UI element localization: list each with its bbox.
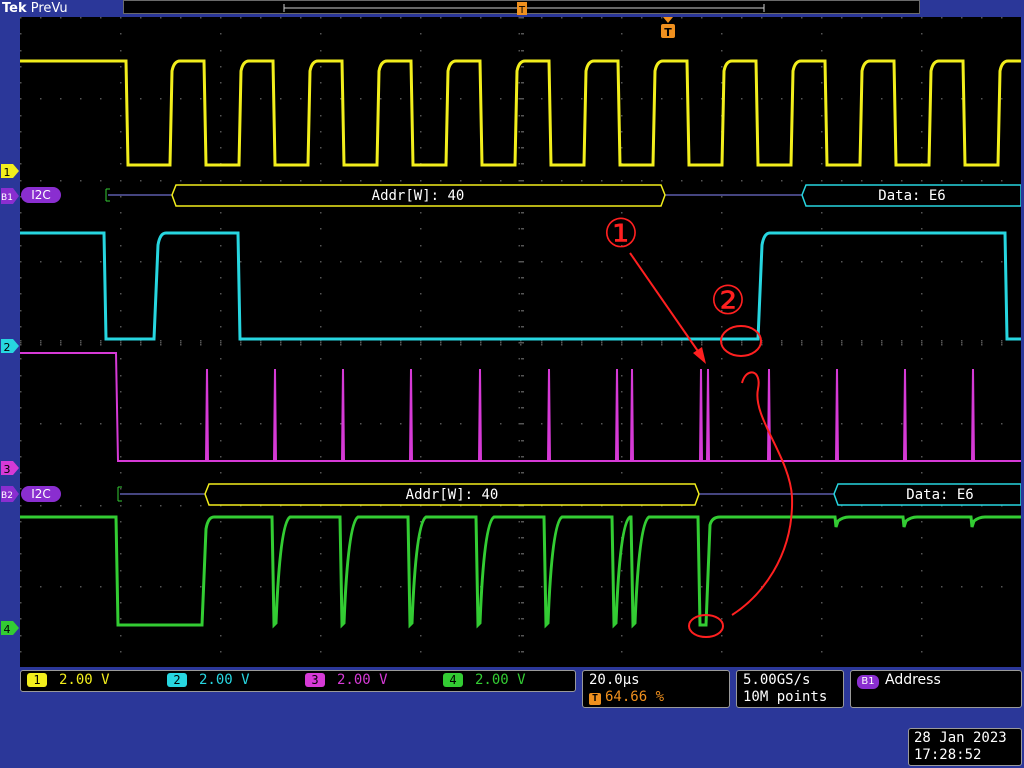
datetime-box: 28 Jan 2023 17:28:52 [908, 728, 1022, 766]
svg-text:B1: B1 [1, 193, 13, 203]
trigger-badge: T [589, 693, 601, 705]
record-length: 10M points [743, 689, 828, 705]
ch2-marker[interactable]: 2 [1, 339, 19, 354]
bus2-decode: Addr[W]: 40 Data: E6 [117, 483, 1022, 506]
channel-markers: 1 B1 2 3 B2 4 [1, 164, 19, 636]
acquisition-box[interactable]: 5.00GS/s 10M points [736, 670, 844, 708]
ch2-scale-num: 2 [167, 673, 187, 687]
timebase-per-div: 20.0µs [589, 672, 640, 688]
ch4-scale-num: 4 [443, 673, 463, 687]
trigger-type: Address [885, 672, 941, 688]
trigger-source-box[interactable]: B1 Address [850, 670, 1022, 708]
ch3-marker[interactable]: 3 [1, 461, 19, 476]
ch3-scale-num: 3 [305, 673, 325, 687]
bus2-addr-text: Addr[W]: 40 [406, 487, 499, 503]
ch2-scale-value: 2.00 V [199, 672, 250, 688]
brand-mode: PreVu [30, 1, 68, 16]
timebase-box[interactable]: 20.0µs T 64.66 % [582, 670, 730, 708]
svg-text:3: 3 [4, 463, 11, 476]
ch1-scale[interactable]: 1 2.00 V [27, 672, 110, 689]
ch1-waveform [20, 59, 1024, 167]
ch3-scale-value: 2.00 V [337, 672, 388, 688]
svg-text:T: T [664, 26, 672, 39]
top-bar: Tek PreVu T [0, 0, 1024, 17]
annotation-1-arrow [629, 252, 703, 358]
ch4-marker[interactable]: 4 [1, 621, 19, 636]
trigger-position-marker[interactable]: T [661, 17, 675, 39]
ch1-scale-value: 2.00 V [59, 672, 110, 688]
bus1-decode: Addr[W]: 40 Data: E6 [105, 184, 1022, 207]
waveform-display[interactable]: Addr[W]: 40 Data: E6 Addr[W]: 40 Data: E… [20, 17, 1024, 669]
ch2-waveform [20, 231, 1021, 341]
ch4-waveform [20, 515, 1021, 629]
annotation-2-label: ② [710, 278, 746, 324]
date-text: 28 Jan 2023 [914, 730, 1007, 746]
svg-text:4: 4 [4, 623, 11, 636]
b1-marker[interactable]: B1 [1, 188, 19, 204]
svg-text:B2: B2 [1, 491, 13, 501]
bus2-data-text: Data: E6 [906, 487, 973, 503]
record-view-bar[interactable]: T [123, 0, 920, 16]
ch4-scale[interactable]: 4 2.00 V [443, 672, 526, 689]
ch3-scale[interactable]: 3 2.00 V [305, 672, 388, 689]
waveform-svg: Addr[W]: 40 Data: E6 Addr[W]: 40 Data: E… [20, 17, 1024, 669]
brand-maker: Tek [2, 1, 27, 16]
trigger-bus-badge: B1 [857, 675, 879, 689]
brand-label: Tek PreVu [2, 0, 68, 17]
bus1-data-text: Data: E6 [878, 188, 945, 204]
sample-rate: 5.00GS/s [743, 672, 811, 688]
trigger-source: B1 Address [857, 672, 941, 689]
channel-scales[interactable]: 1 2.00 V 2 2.00 V 3 2.00 V 4 2.00 V [20, 670, 576, 692]
ch1-marker[interactable]: 1 [1, 164, 19, 179]
record-view-graphic: T [283, 2, 765, 16]
trigger-position: T 64.66 % [589, 689, 664, 705]
svg-text:2: 2 [4, 341, 11, 354]
ch2-scale[interactable]: 2 2.00 V [167, 672, 250, 689]
ch4-scale-value: 2.00 V [475, 672, 526, 688]
ch1-scale-num: 1 [27, 673, 47, 687]
record-trigger-label: T [518, 5, 526, 16]
svg-text:1: 1 [4, 166, 11, 179]
time-text: 17:28:52 [914, 747, 982, 763]
bus1-addr-text: Addr[W]: 40 [372, 188, 465, 204]
trigger-position-value: 64.66 % [605, 689, 665, 705]
bus1-label[interactable]: I2C [21, 187, 61, 203]
b2-marker[interactable]: B2 [1, 486, 19, 502]
annotation-1-label: ① [603, 211, 639, 257]
ch3-waveform [20, 352, 1021, 462]
bus2-label[interactable]: I2C [21, 486, 61, 502]
